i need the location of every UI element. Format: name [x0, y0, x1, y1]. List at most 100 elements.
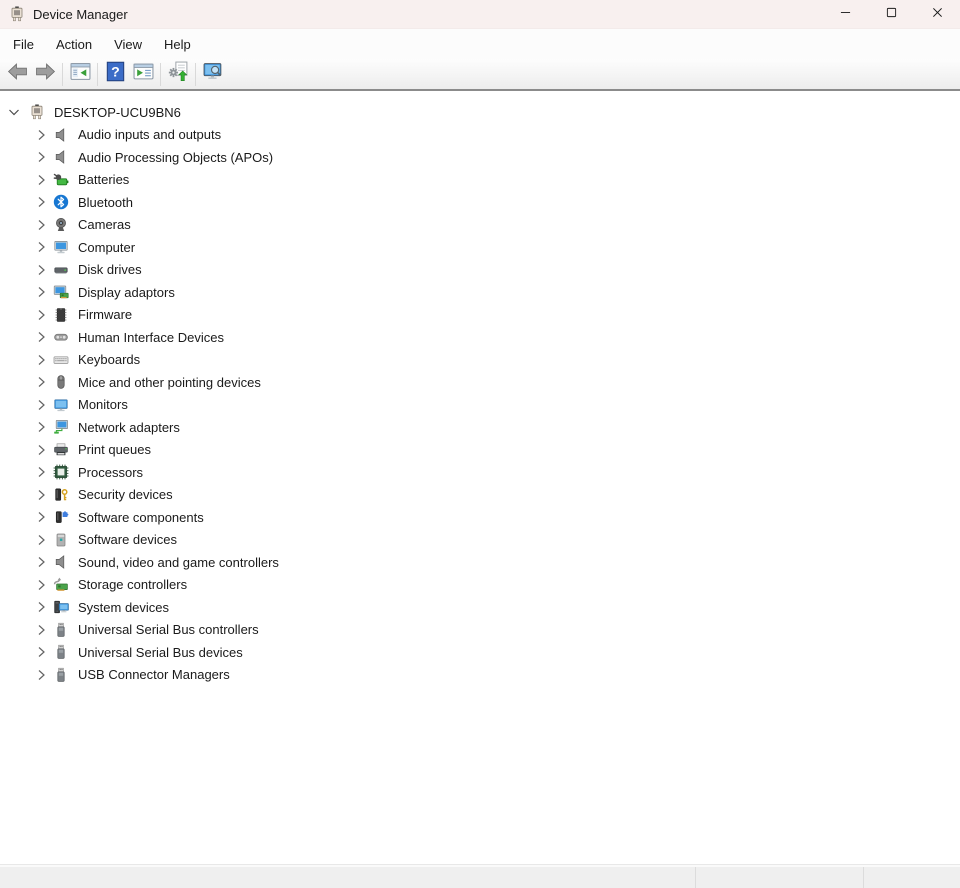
tree-item-label: Audio inputs and outputs: [78, 127, 221, 142]
toolbar-separator: [62, 63, 63, 86]
menu-item-label: Help: [164, 37, 191, 52]
tree-item-storage-controllers[interactable]: Storage controllers: [0, 574, 960, 597]
chevron-right-icon[interactable]: [33, 442, 49, 458]
chevron-right-icon[interactable]: [33, 622, 49, 638]
maximize-button[interactable]: [868, 0, 914, 28]
usb-icon: [53, 667, 69, 683]
tree-item-label: Firmware: [78, 307, 132, 322]
chevron-right-icon[interactable]: [33, 239, 49, 255]
tree-item-mice-and-other-pointing-devices[interactable]: Mice and other pointing devices: [0, 371, 960, 394]
tree-item-sound-video-and-game-controllers[interactable]: Sound, video and game controllers: [0, 551, 960, 574]
forward-button[interactable]: [31, 61, 59, 88]
toolbar-separator: [160, 63, 161, 86]
tree-item-label: Audio Processing Objects (APOs): [78, 150, 273, 165]
chevron-right-icon[interactable]: [33, 464, 49, 480]
chevron-down-icon[interactable]: [6, 104, 22, 120]
tree-item-keyboards[interactable]: Keyboards: [0, 349, 960, 372]
chevron-right-icon[interactable]: [33, 329, 49, 345]
tree-item-label: Cameras: [78, 217, 131, 232]
close-button[interactable]: [914, 0, 960, 28]
chevron-right-icon[interactable]: [33, 397, 49, 413]
usb-icon: [53, 622, 69, 638]
device-tree: DESKTOP-UCU9BN6 Audio inputs and outputs…: [0, 101, 960, 686]
monitor-icon: [53, 397, 69, 413]
scan-hardware-changes-button[interactable]: [164, 61, 192, 88]
tree-item-universal-serial-bus-devices[interactable]: Universal Serial Bus devices: [0, 641, 960, 664]
chevron-right-icon[interactable]: [33, 307, 49, 323]
menu-file[interactable]: File: [2, 29, 45, 59]
window-title: Device Manager: [33, 7, 128, 22]
tree-item-label: Network adapters: [78, 420, 180, 435]
computer-search-button[interactable]: [199, 61, 227, 88]
status-pane-secondary: [695, 867, 863, 888]
minimize-icon: [840, 5, 851, 23]
chevron-right-icon[interactable]: [33, 352, 49, 368]
disk-drive-icon: [53, 262, 69, 278]
tree-item-software-devices[interactable]: Software devices: [0, 529, 960, 552]
device-manager-icon: [29, 104, 45, 120]
hid-gamepad-icon: [53, 329, 69, 345]
tree-item-bluetooth[interactable]: Bluetooth: [0, 191, 960, 214]
tree-item-display-adaptors[interactable]: Display adaptors: [0, 281, 960, 304]
tree-item-cameras[interactable]: Cameras: [0, 214, 960, 237]
tree-item-human-interface-devices[interactable]: Human Interface Devices: [0, 326, 960, 349]
tree-item-monitors[interactable]: Monitors: [0, 394, 960, 417]
tree-item-label: DESKTOP-UCU9BN6: [54, 105, 181, 120]
chevron-right-icon[interactable]: [33, 509, 49, 525]
tree-item-audio-inputs-and-outputs[interactable]: Audio inputs and outputs: [0, 124, 960, 147]
chevron-right-icon[interactable]: [33, 262, 49, 278]
tree-item-audio-processing-objects-apos[interactable]: Audio Processing Objects (APOs): [0, 146, 960, 169]
chevron-right-icon[interactable]: [33, 194, 49, 210]
tree-item-label: Batteries: [78, 172, 129, 187]
status-bar: [0, 866, 960, 888]
tree-item-software-components[interactable]: Software components: [0, 506, 960, 529]
security-key-icon: [53, 487, 69, 503]
console-tree-icon: [70, 61, 91, 87]
help-button[interactable]: ?: [101, 61, 129, 88]
chevron-right-icon[interactable]: [33, 554, 49, 570]
chevron-right-icon[interactable]: [33, 577, 49, 593]
tree-item-universal-serial-bus-controllers[interactable]: Universal Serial Bus controllers: [0, 619, 960, 642]
chevron-right-icon[interactable]: [33, 532, 49, 548]
back-button[interactable]: [3, 61, 31, 88]
tree-item-security-devices[interactable]: Security devices: [0, 484, 960, 507]
tree-item-label: Monitors: [78, 397, 128, 412]
chevron-right-icon[interactable]: [33, 644, 49, 660]
tree-item-usb-connector-managers[interactable]: USB Connector Managers: [0, 664, 960, 687]
chevron-right-icon[interactable]: [33, 149, 49, 165]
toolbar-separator: [195, 63, 196, 86]
chevron-right-icon[interactable]: [33, 172, 49, 188]
minimize-button[interactable]: [822, 0, 868, 28]
chevron-right-icon[interactable]: [33, 667, 49, 683]
tree-root-item[interactable]: DESKTOP-UCU9BN6: [0, 101, 960, 124]
chevron-right-icon[interactable]: [33, 487, 49, 503]
tree-item-label: Universal Serial Bus devices: [78, 645, 243, 660]
menu-help[interactable]: Help: [153, 29, 202, 59]
tree-item-system-devices[interactable]: System devices: [0, 596, 960, 619]
firmware-chip-icon: [53, 307, 69, 323]
tree-item-computer[interactable]: Computer: [0, 236, 960, 259]
show-console-tree-button[interactable]: [66, 61, 94, 88]
tree-item-label: Software components: [78, 510, 204, 525]
tree-item-label: Computer: [78, 240, 135, 255]
window-controls: [822, 0, 960, 28]
chevron-right-icon[interactable]: [33, 599, 49, 615]
tree-item-network-adapters[interactable]: Network adapters: [0, 416, 960, 439]
chevron-right-icon[interactable]: [33, 284, 49, 300]
tree-item-print-queues[interactable]: Print queues: [0, 439, 960, 462]
menu-view[interactable]: View: [103, 29, 153, 59]
properties-button[interactable]: [129, 61, 157, 88]
chevron-right-icon[interactable]: [33, 374, 49, 390]
tree-item-label: Universal Serial Bus controllers: [78, 622, 259, 637]
tree-item-firmware[interactable]: Firmware: [0, 304, 960, 327]
menu-action[interactable]: Action: [45, 29, 103, 59]
chevron-right-icon[interactable]: [33, 419, 49, 435]
chevron-right-icon[interactable]: [33, 127, 49, 143]
storage-controller-icon: [53, 577, 69, 593]
tree-item-batteries[interactable]: Batteries: [0, 169, 960, 192]
computer-icon: [53, 239, 69, 255]
tree-item-processors[interactable]: Processors: [0, 461, 960, 484]
tree-item-disk-drives[interactable]: Disk drives: [0, 259, 960, 282]
chevron-right-icon[interactable]: [33, 217, 49, 233]
keyboard-icon: [53, 352, 69, 368]
